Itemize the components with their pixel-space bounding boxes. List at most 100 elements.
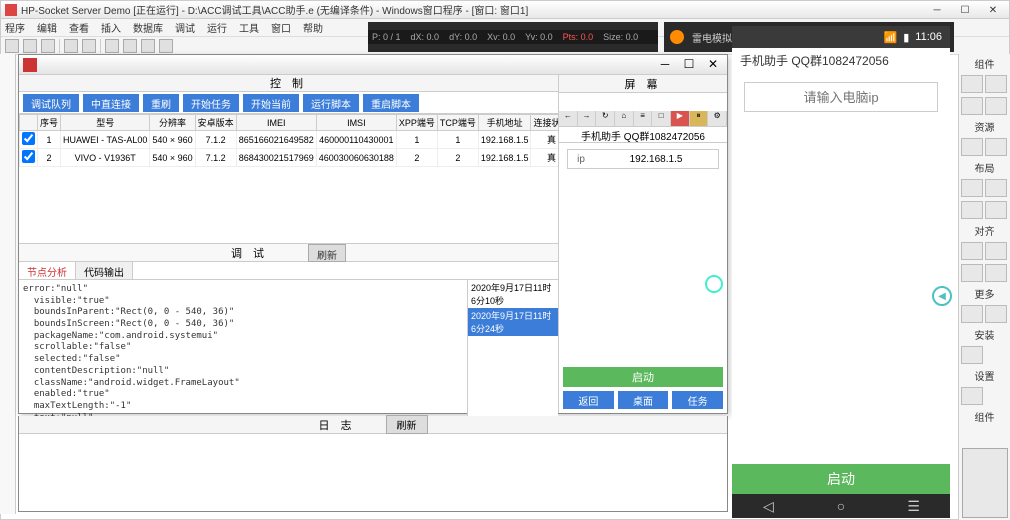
sidebar-icon[interactable] [961, 242, 983, 260]
menu-item[interactable]: 窗口 [271, 20, 291, 35]
menu-item[interactable]: 数据库 [133, 20, 163, 35]
toolbar-icon[interactable] [64, 39, 78, 53]
phone-app-header: 手机助手 QQ群1082472056 [732, 48, 950, 72]
tab-node-analysis[interactable]: 节点分析 [19, 262, 76, 279]
sidebar-icon[interactable] [985, 242, 1007, 260]
dialog-maximize-button[interactable]: ☐ [677, 55, 701, 73]
sidebar-icon[interactable] [985, 201, 1007, 219]
table-row[interactable]: 2 VIVO - V1936T 540 × 960 7.1.2 86843002… [20, 149, 559, 167]
screen-task-button[interactable]: 任务 [672, 391, 723, 409]
sidebar-icon[interactable] [985, 305, 1007, 323]
minimap[interactable] [962, 448, 1008, 518]
nav-back-icon[interactable]: ◁ [732, 494, 805, 518]
control-button-row: 调试队列 中直连接 重刷 开始任务 开始当前 运行脚本 重启脚本 [19, 92, 558, 114]
close-button[interactable]: ✕ [979, 1, 1007, 19]
row-checkbox[interactable] [22, 150, 35, 163]
phone-status-bar: 📶 ▮ 11:06 [732, 26, 950, 48]
sidebar-icon[interactable] [961, 97, 983, 115]
screen-tb-settings[interactable]: ⚙ [708, 111, 727, 126]
menu-item[interactable]: 程序 [5, 20, 25, 35]
ip-value: 192.168.1.5 [594, 154, 718, 165]
screen-home-button[interactable]: 桌面 [618, 391, 669, 409]
right-sidebar: 组件 资源 布局 对齐 更多 安装 设置 组件 [958, 54, 1010, 520]
nav-home-icon[interactable]: ○ [805, 494, 878, 518]
screen-tb-pause[interactable]: ⏸ [690, 111, 709, 126]
cell-model: HUAWEI - TAS-AL00 [61, 131, 150, 149]
restart-script-button[interactable]: 重启脚本 [363, 94, 419, 112]
list-item[interactable]: 2020年9月17日11时6分24秒 [468, 308, 558, 336]
start-current-button[interactable]: 开始当前 [243, 94, 299, 112]
minimize-button[interactable]: ─ [923, 1, 951, 19]
dialog-close-button[interactable]: ✕ [701, 55, 725, 73]
menu-item[interactable]: 帮助 [303, 20, 323, 35]
screen-tb-reload[interactable]: ↻ [596, 111, 615, 126]
toolbar-icon[interactable] [5, 39, 19, 53]
screen-tb-fwd[interactable]: → [578, 111, 597, 126]
dialog-titlebar[interactable]: ─ ☐ ✕ [19, 55, 727, 75]
phone-start-button[interactable]: 启动 [732, 464, 950, 494]
direct-connect-button[interactable]: 中直连接 [83, 94, 139, 112]
toolbar-icon[interactable] [123, 39, 137, 53]
cell-imsi: 460030060630188 [316, 149, 396, 167]
sidebar-icon[interactable] [961, 201, 983, 219]
toolbar-icon[interactable] [41, 39, 55, 53]
sidebar-icon[interactable] [985, 97, 1007, 115]
sidebar-label: 资源 [959, 117, 1010, 136]
maximize-button[interactable]: ☐ [951, 1, 979, 19]
sidebar-icon[interactable] [961, 179, 983, 197]
toolbar-icon[interactable] [105, 39, 119, 53]
screen-tb-recent[interactable]: □ [652, 111, 671, 126]
screen-tb-menu[interactable]: ≡ [634, 111, 653, 126]
sidebar-icon[interactable] [961, 138, 983, 156]
toolbar-icon[interactable] [23, 39, 37, 53]
sidebar-icon[interactable] [985, 138, 1007, 156]
col-res: 分辨率 [150, 115, 195, 131]
log-body[interactable] [19, 434, 727, 511]
sidebar-icon[interactable] [985, 179, 1007, 197]
sidebar-icon[interactable] [961, 346, 983, 364]
phone-ip-input[interactable] [744, 82, 938, 112]
table-row[interactable]: 1 HUAWEI - TAS-AL00 540 × 960 7.1.2 8651… [20, 131, 559, 149]
menu-item[interactable]: 工具 [239, 20, 259, 35]
toolbar-icon[interactable] [159, 39, 173, 53]
debug-queue-button[interactable]: 调试队列 [23, 94, 79, 112]
menu-item[interactable]: 插入 [101, 20, 121, 35]
menu-item[interactable]: 调试 [175, 20, 195, 35]
sidebar-icon[interactable] [961, 305, 983, 323]
device-title: 手机助手 QQ群1082472056 [559, 127, 727, 143]
toolbar-icon[interactable] [141, 39, 155, 53]
log-refresh-button[interactable]: 刷新 [386, 415, 428, 434]
floating-action-icon[interactable]: ◀ [932, 286, 952, 306]
nav-recent-icon[interactable]: ☰ [877, 494, 950, 518]
sidebar-icon[interactable] [961, 264, 983, 282]
toolbar-icon[interactable] [82, 39, 96, 53]
refresh-circle-icon[interactable] [705, 275, 723, 293]
run-script-button[interactable]: 运行脚本 [303, 94, 359, 112]
row-checkbox[interactable] [22, 132, 35, 145]
list-item[interactable]: 2020年9月17日11时6分10秒 [468, 280, 558, 308]
start-task-button[interactable]: 开始任务 [183, 94, 239, 112]
menu-item[interactable]: 运行 [207, 20, 227, 35]
screen-tb-play[interactable]: ▶ [671, 111, 690, 126]
cell-model: VIVO - V1936T [61, 149, 150, 167]
debug-refresh-button[interactable]: 刷新 [308, 244, 346, 262]
col-idx: 序号 [38, 115, 61, 131]
debug-section-header: 调 试 刷新 [19, 244, 558, 262]
screen-start-button[interactable]: 启动 [563, 367, 723, 387]
sidebar-icon[interactable] [985, 75, 1007, 93]
sidebar-icon[interactable] [961, 387, 983, 405]
tab-code-output[interactable]: 代码输出 [76, 262, 133, 279]
sidebar-icon[interactable] [961, 75, 983, 93]
debug-tabs: 节点分析 代码输出 [19, 262, 558, 280]
menu-item[interactable]: 查看 [69, 20, 89, 35]
debug-title: 调 试 [231, 245, 268, 261]
phone-body [732, 122, 950, 492]
dialog-minimize-button[interactable]: ─ [653, 55, 677, 73]
menu-item[interactable]: 编辑 [37, 20, 57, 35]
screen-tb-home[interactable]: ⌂ [615, 111, 634, 126]
cell-conn: 真 [531, 131, 558, 149]
sidebar-icon[interactable] [985, 264, 1007, 282]
screen-back-button[interactable]: 返回 [563, 391, 614, 409]
refresh-button[interactable]: 重刷 [143, 94, 179, 112]
screen-tb-back[interactable]: ← [559, 111, 578, 126]
